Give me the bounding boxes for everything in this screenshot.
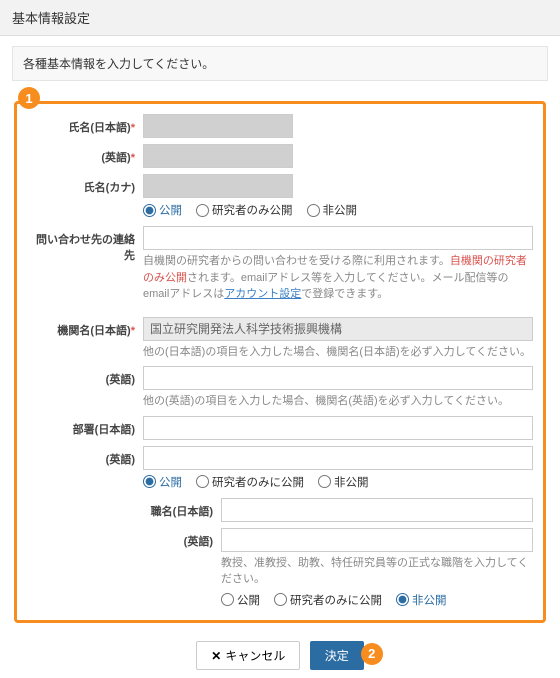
label-name-jp: 氏名(日本語)* bbox=[27, 114, 143, 135]
row-name-jp: 氏名(日本語)* bbox=[27, 114, 533, 138]
vis2-opt3[interactable]: 非公開 bbox=[318, 474, 369, 490]
input-name-kana[interactable] bbox=[143, 174, 293, 198]
row-position-en: (英語) 教授、准教授、助教、特任研究員等の正式な職階を入力してください。 公開… bbox=[27, 528, 533, 610]
vis1-opt1[interactable]: 公開 bbox=[143, 202, 182, 218]
button-bar: ✕ キャンセル 決定 2 bbox=[0, 633, 560, 678]
input-contact[interactable] bbox=[143, 226, 533, 250]
hint-org-jp: 他の(日本語)の項目を入力した場合、機関名(日本語)を必ず入力してください。 bbox=[143, 344, 533, 361]
row-dept-en: (英語) 公開 研究者のみに公開 非公開 bbox=[27, 446, 533, 492]
label-name-en: (英語)* bbox=[27, 144, 143, 165]
hint-org-en: 他の(英語)の項目を入力した場合、機関名(英語)を必ず入力してください。 bbox=[143, 393, 533, 410]
input-position-jp[interactable] bbox=[221, 498, 533, 522]
input-name-en[interactable] bbox=[143, 144, 293, 168]
vis2-opt2[interactable]: 研究者のみに公開 bbox=[196, 474, 304, 490]
visibility1-group: 公開 研究者のみ公開 非公開 bbox=[143, 198, 533, 220]
instruction-box: 各種基本情報を入力してください。 bbox=[12, 46, 548, 81]
callout-badge-1: 1 bbox=[18, 87, 40, 109]
cancel-label: キャンセル bbox=[225, 647, 285, 664]
input-org-jp[interactable] bbox=[143, 317, 533, 341]
account-settings-link[interactable]: アカウント設定 bbox=[224, 288, 301, 300]
visibility2-group: 公開 研究者のみに公開 非公開 bbox=[143, 470, 533, 492]
vis1-opt3[interactable]: 非公開 bbox=[307, 202, 358, 218]
vis2-opt1[interactable]: 公開 bbox=[143, 474, 182, 490]
input-name-jp[interactable] bbox=[143, 114, 293, 138]
label-dept-en: (英語) bbox=[27, 446, 143, 467]
highlight-box: 氏名(日本語)* (英語)* 氏名(カナ) 公開 研究者のみ公開 非公開 問い合… bbox=[14, 101, 546, 623]
hint-contact: 自機関の研究者からの問い合わせを受ける際に利用されます。自機関の研究者のみ公開さ… bbox=[143, 253, 533, 303]
label-dept-jp: 部署(日本語) bbox=[27, 416, 143, 437]
close-icon: ✕ bbox=[211, 649, 221, 663]
vis3-opt3[interactable]: 非公開 bbox=[396, 592, 447, 608]
input-dept-jp[interactable] bbox=[143, 416, 533, 440]
row-dept-jp: 部署(日本語) bbox=[27, 416, 533, 440]
hint-position: 教授、准教授、助教、特任研究員等の正式な職階を入力してください。 bbox=[221, 555, 533, 588]
label-position-en: (英語) bbox=[27, 528, 221, 549]
label-name-kana: 氏名(カナ) bbox=[27, 174, 143, 195]
row-name-en: (英語)* bbox=[27, 144, 533, 168]
dialog-title: 基本情報設定 bbox=[12, 11, 90, 26]
row-contact: 問い合わせ先の連絡先 自機関の研究者からの問い合わせを受ける際に利用されます。自… bbox=[27, 226, 533, 303]
submit-label: 決定 bbox=[325, 647, 349, 664]
label-contact: 問い合わせ先の連絡先 bbox=[27, 226, 143, 263]
row-name-kana: 氏名(カナ) 公開 研究者のみ公開 非公開 bbox=[27, 174, 533, 220]
instruction-text: 各種基本情報を入力してください。 bbox=[23, 57, 214, 71]
input-org-en[interactable] bbox=[143, 366, 533, 390]
vis3-opt2[interactable]: 研究者のみに公開 bbox=[274, 592, 382, 608]
vis1-opt2[interactable]: 研究者のみ公開 bbox=[196, 202, 293, 218]
form-area: 1 氏名(日本語)* (英語)* 氏名(カナ) 公開 研究者のみ公開 非公開 bbox=[0, 87, 560, 633]
visibility3-group: 公開 研究者のみに公開 非公開 bbox=[221, 588, 533, 610]
label-position-jp: 職名(日本語) bbox=[27, 498, 221, 519]
dialog-header: 基本情報設定 bbox=[0, 0, 560, 36]
cancel-button[interactable]: ✕ キャンセル bbox=[196, 641, 300, 670]
input-position-en[interactable] bbox=[221, 528, 533, 552]
row-org-jp: 機関名(日本語)* 他の(日本語)の項目を入力した場合、機関名(日本語)を必ず入… bbox=[27, 317, 533, 361]
label-org-en: (英語) bbox=[27, 366, 143, 387]
row-position-jp: 職名(日本語) bbox=[27, 498, 533, 522]
callout-badge-2: 2 bbox=[361, 643, 383, 665]
input-dept-en[interactable] bbox=[143, 446, 533, 470]
row-org-en: (英語) 他の(英語)の項目を入力した場合、機関名(英語)を必ず入力してください… bbox=[27, 366, 533, 410]
label-org-jp: 機関名(日本語)* bbox=[27, 317, 143, 338]
submit-button[interactable]: 決定 bbox=[310, 641, 364, 670]
vis3-opt1[interactable]: 公開 bbox=[221, 592, 260, 608]
